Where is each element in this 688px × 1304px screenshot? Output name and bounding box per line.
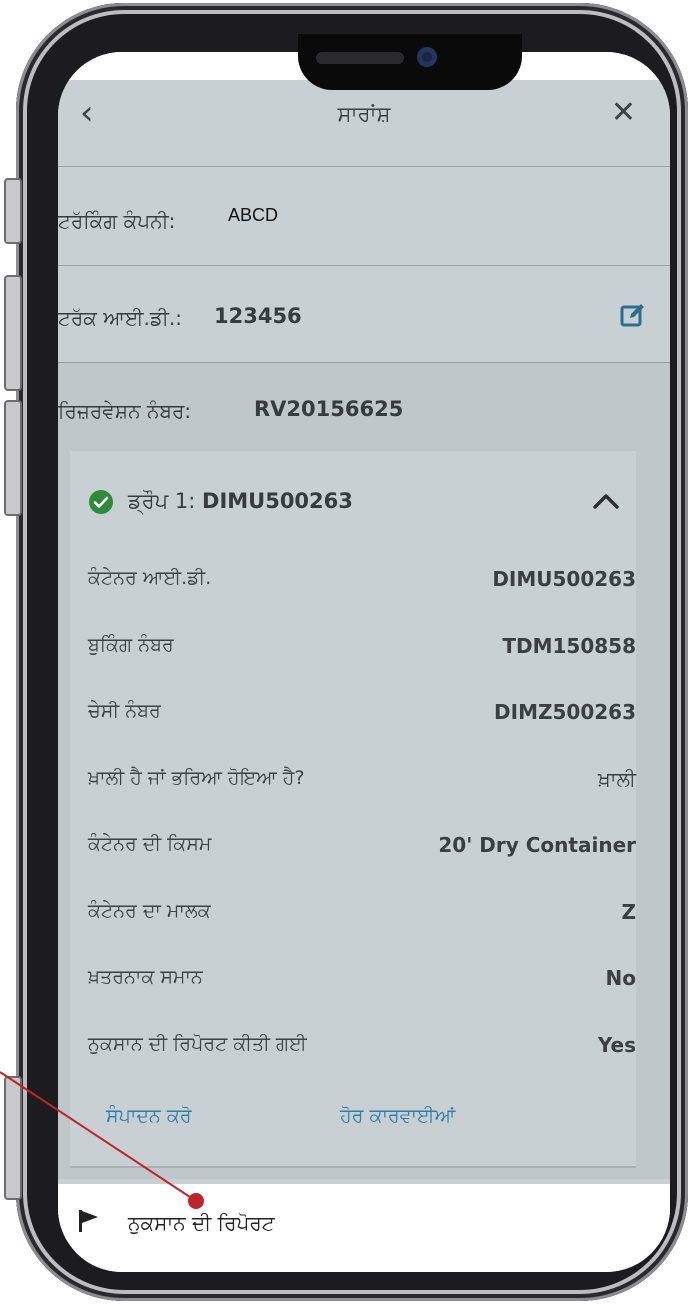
drop-card-header[interactable]: ਡ੍ਰੌਪ 1: DIMU500263 xyxy=(70,451,636,547)
drop-actions: ਸੰਪਾਦਨ ਕਰੋ ਹੋਰ ਕਾਰਵਾਈਆਂ xyxy=(70,1079,636,1159)
summary-screen: ‹ ਸਾਰਾਂਸ਼ ✕ ਟਰੱਕਿੰਗ ਕੰਪਨੀ: ABCD ਟਰੱਕ ਆਈ.… xyxy=(58,52,670,1272)
reservation-row: ਰਿਜ਼ਰਵੇਸ਼ਨ ਨੰਬਰ: RV20156625 xyxy=(58,363,670,451)
front-camera xyxy=(417,47,437,67)
detail-value: Z xyxy=(621,899,636,924)
reservation-label: ਰਿਜ਼ਰਵੇਸ਼ਨ ਨੰਬਰ: xyxy=(58,399,192,423)
detail-row-chassis-number: ਚੇਸੀ ਨੰਬਰ DIMZ500263 xyxy=(70,680,636,747)
detail-row-container-id: ਕੰਟੇਨਰ ਆਈ.ਡੀ. DIMU500263 xyxy=(70,547,636,614)
detail-value: ਖ਼ਾਲੀ xyxy=(598,766,636,791)
detail-row-damage-reported: ਨੁਕਸਾਨ ਦੀ ਰਿਪੋਰਟ ਕੀਤੀ ਗਈ Yes xyxy=(70,1013,636,1080)
drop-title: ਡ੍ਰੌਪ 1: DIMU500263 xyxy=(128,489,353,514)
close-icon[interactable]: ✕ xyxy=(611,96,636,130)
edit-icon[interactable] xyxy=(620,302,646,328)
detail-label: ਚੇਸੀ ਨੰਬਰ xyxy=(88,700,161,722)
page-title: ਸਾਰਾਂਸ਼ xyxy=(337,102,391,126)
trucking-company-row: ਟਰੱਕਿੰਗ ਕੰਪਨੀ: ABCD xyxy=(58,167,670,266)
detail-row-container-owner: ਕੰਟੇਨਰ ਦਾ ਮਾਲਕ Z xyxy=(70,880,636,947)
detail-label: ਕੰਟੇਨਰ ਆਈ.ਡੀ. xyxy=(88,567,212,589)
drop-id: DIMU500263 xyxy=(202,489,353,513)
edit-button[interactable]: ਸੰਪਾਦਨ ਕਰੋ xyxy=(106,1105,192,1127)
check-circle-icon xyxy=(89,490,113,514)
detail-value: TDM150858 xyxy=(502,633,636,658)
truck-id-row: ਟਰੱਕ ਆਈ.ਡੀ.: 123456 xyxy=(58,266,670,363)
phone-screen: ‹ ਸਾਰਾਂਸ਼ ✕ ਟਰੱਕਿੰਗ ਕੰਪਨੀ: ABCD ਟਰੱਕ ਆਈ.… xyxy=(58,52,670,1272)
detail-value: Yes xyxy=(597,1032,636,1057)
side-button xyxy=(4,1076,22,1200)
truck-id-value: 123456 xyxy=(214,304,302,328)
detail-row-container-type: ਕੰਟੇਨਰ ਦੀ ਕਿਸਮ 20' Dry Container xyxy=(70,813,636,880)
detail-row-booking-number: ਬੁਕਿੰਗ ਨੰਬਰ TDM150858 xyxy=(70,614,636,681)
detail-row-hazardous-goods: ਖ਼ਤਰਨਾਕ ਸਮਾਨ No xyxy=(70,946,636,1013)
volume-up-button xyxy=(4,275,22,391)
flag-icon xyxy=(79,1210,98,1232)
detail-label: ਨੁਕਸਾਨ ਦੀ ਰਿਪੋਰਟ ਕੀਤੀ ਗਈ xyxy=(88,1032,307,1055)
speaker-grille xyxy=(316,52,404,64)
detail-value: DIMZ500263 xyxy=(494,700,636,724)
drop-label: ਡ੍ਰੌਪ 1: xyxy=(128,489,196,513)
detail-value: No xyxy=(605,966,636,990)
damage-report-sheet[interactable]: ਨੁਕਸਾਨ ਦੀ ਰਿਪੋਰਟ xyxy=(58,1184,670,1272)
detail-label: ਕੰਟੇਨਰ ਦਾ ਮਾਲਕ xyxy=(88,899,211,922)
detail-label: ਖ਼ਾਲੀ ਹੈ ਜਾਂ ਭਰਿਆ ਹੋਇਆ ਹੈ? xyxy=(88,766,305,789)
trucking-company-label: ਟਰੱਕਿੰਗ ਕੰਪਨੀ: xyxy=(58,209,176,233)
more-actions-button[interactable]: ਹੋਰ ਕਾਰਵਾਈਆਂ xyxy=(340,1105,455,1127)
drop-card: ਡ੍ਰੌਪ 1: DIMU500263 ਕੰਟੇਨਰ ਆਈ.ਡੀ. DIMU50… xyxy=(70,451,636,1168)
detail-value: DIMU500263 xyxy=(492,567,636,591)
detail-row-empty-or-full: ਖ਼ਾਲੀ ਹੈ ਜਾਂ ਭਰਿਆ ਹੋਇਆ ਹੈ? ਖ਼ਾਲੀ xyxy=(70,747,636,814)
chevron-up-icon[interactable] xyxy=(592,491,620,511)
notch xyxy=(298,34,522,90)
truck-id-label: ਟਰੱਕ ਆਈ.ਡੀ.: xyxy=(58,306,183,330)
drops-panel: ਡ੍ਰੌਪ 1: DIMU500263 ਕੰਟੇਨਰ ਆਈ.ਡੀ. DIMU50… xyxy=(58,439,670,1179)
detail-label: ਖ਼ਤਰਨਾਕ ਸਮਾਨ xyxy=(88,966,203,988)
damage-report-label: ਨੁਕਸਾਨ ਦੀ ਰਿਪੋਰਟ xyxy=(128,1211,275,1235)
detail-label: ਬੁਕਿੰਗ ਨੰਬਰ xyxy=(88,633,174,656)
reservation-value: RV20156625 xyxy=(254,397,404,421)
detail-label: ਕੰਟੇਨਰ ਦੀ ਕਿਸਮ xyxy=(88,833,212,855)
volume-down-button xyxy=(4,400,22,516)
top-app-bar: ‹ ਸਾਰਾਂਸ਼ ✕ xyxy=(58,80,670,167)
detail-value: 20' Dry Container xyxy=(438,833,636,857)
trucking-company-value: ABCD xyxy=(228,205,279,225)
mute-switch xyxy=(4,178,22,244)
